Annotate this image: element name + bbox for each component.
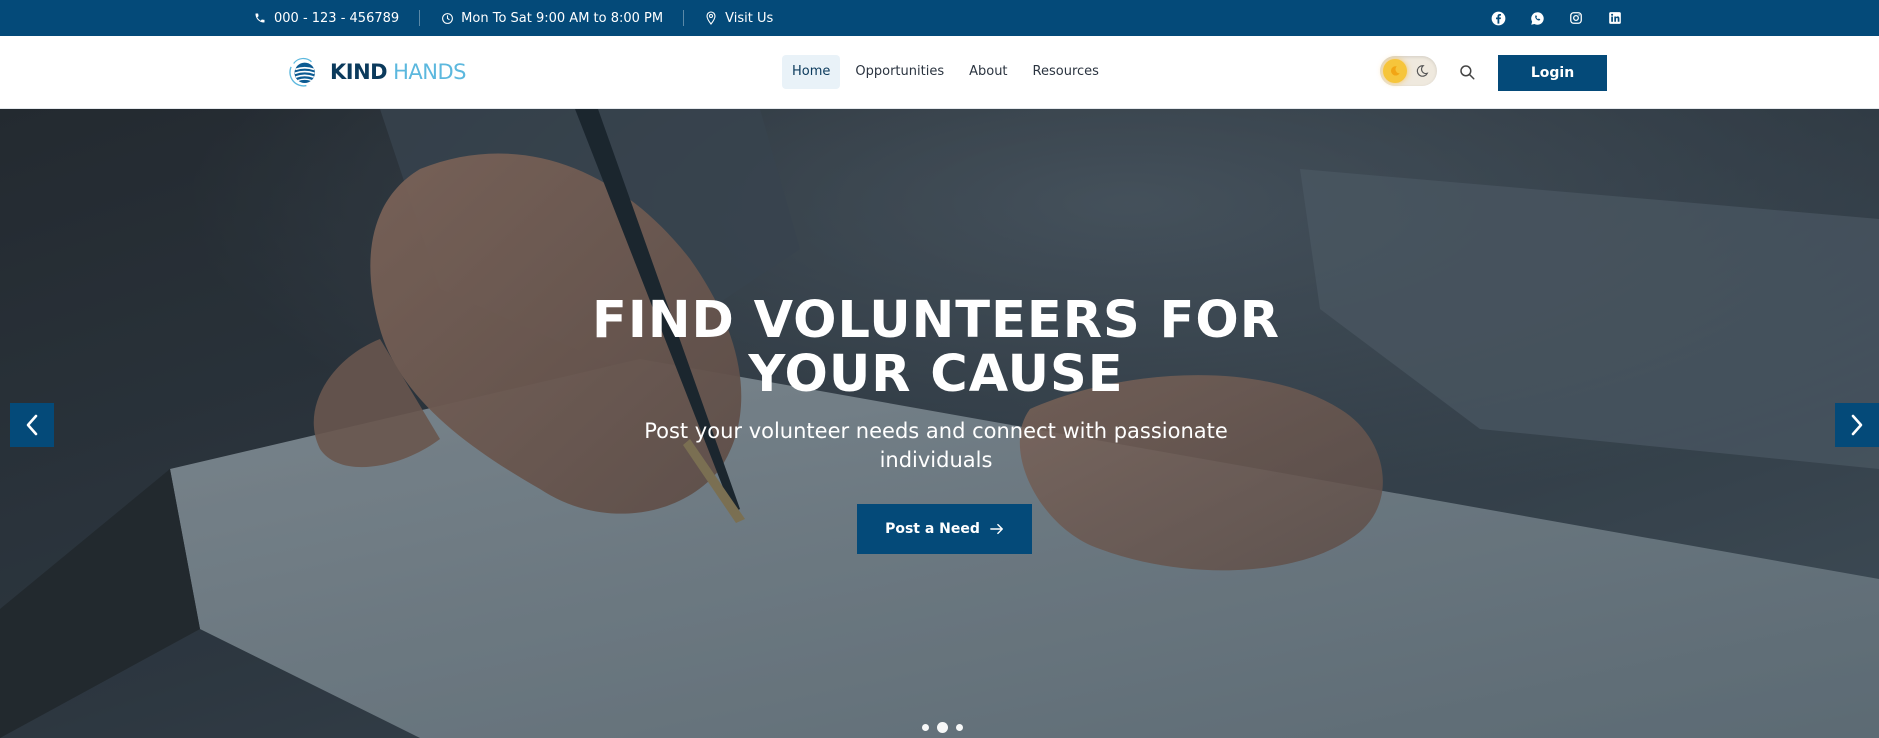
hero-title: FIND VOLUNTEERS FOR YOUR CAUSE (540, 294, 1332, 402)
main-nav: Home Opportunities About Resources (782, 55, 1114, 89)
facebook-icon[interactable] (1490, 10, 1506, 26)
slider-dot[interactable] (956, 723, 963, 731)
opening-hours: Mon To Sat 9:00 AM to 8:00 PM (461, 10, 664, 26)
sun-icon (1383, 59, 1407, 83)
visit-us-link[interactable]: Visit Us (725, 11, 773, 26)
search-icon (1460, 65, 1475, 80)
contact-info: 000 - 123 - 456789 Mon To Sat 9:00 AM to… (253, 0, 773, 36)
instagram-icon[interactable] (1568, 10, 1584, 26)
hours-info: Mon To Sat 9:00 AM to 8:00 PM (440, 11, 663, 26)
slider-next-button[interactable] (1835, 403, 1879, 447)
nav-resources[interactable]: Resources (1023, 55, 1109, 89)
chevron-right-icon (1851, 414, 1863, 436)
divider (683, 10, 685, 26)
post-a-need-button[interactable]: Post a Need (857, 504, 1032, 554)
hero-subtitle: Post your volunteer needs and connect wi… (640, 417, 1232, 475)
slider-prev-button[interactable] (10, 403, 54, 447)
moon-icon (1416, 65, 1429, 77)
globe-logo-icon (289, 57, 315, 87)
slider-dot-active[interactable] (937, 721, 948, 733)
logo-word-kind: KIND (330, 60, 388, 84)
location-pin-icon (704, 11, 718, 25)
phone-info[interactable]: 000 - 123 - 456789 (253, 11, 399, 26)
phone-icon (253, 11, 267, 25)
top-info-bar: 000 - 123 - 456789 Mon To Sat 9:00 AM to… (0, 0, 1879, 36)
social-links (1490, 0, 1623, 36)
chevron-left-icon (26, 414, 38, 436)
hero-slider: FIND VOLUNTEERS FOR YOUR CAUSE Post your… (0, 109, 1879, 738)
main-header: KIND HANDS Home Opportunities About Reso… (0, 36, 1879, 109)
hero-title-line2: YOUR CAUSE (748, 345, 1124, 404)
hero-subtitle-line1: Post your volunteer needs and connect wi… (644, 419, 1228, 443)
location-info[interactable]: Visit Us (704, 11, 773, 26)
nav-opportunities[interactable]: Opportunities (845, 55, 954, 89)
logo-word-hands: HANDS (393, 60, 466, 84)
clock-icon (440, 11, 454, 25)
phone-number: 000 - 123 - 456789 (274, 10, 400, 26)
login-button[interactable]: Login (1498, 55, 1607, 91)
hero-subtitle-line2: individuals (879, 448, 993, 472)
search-button[interactable] (1458, 63, 1476, 81)
linkedin-icon[interactable] (1607, 10, 1623, 26)
whatsapp-icon[interactable] (1529, 10, 1545, 26)
slider-dots (922, 721, 963, 733)
theme-toggle[interactable] (1380, 56, 1437, 86)
divider (419, 10, 421, 26)
post-a-need-label: Post a Need (885, 521, 980, 537)
arrow-right-icon (990, 523, 1003, 535)
nav-about[interactable]: About (959, 55, 1017, 89)
nav-home[interactable]: Home (782, 55, 841, 89)
hero-title-line1: FIND VOLUNTEERS FOR (592, 291, 1280, 350)
slider-dot[interactable] (922, 723, 929, 731)
site-logo[interactable]: KIND HANDS (286, 54, 466, 90)
